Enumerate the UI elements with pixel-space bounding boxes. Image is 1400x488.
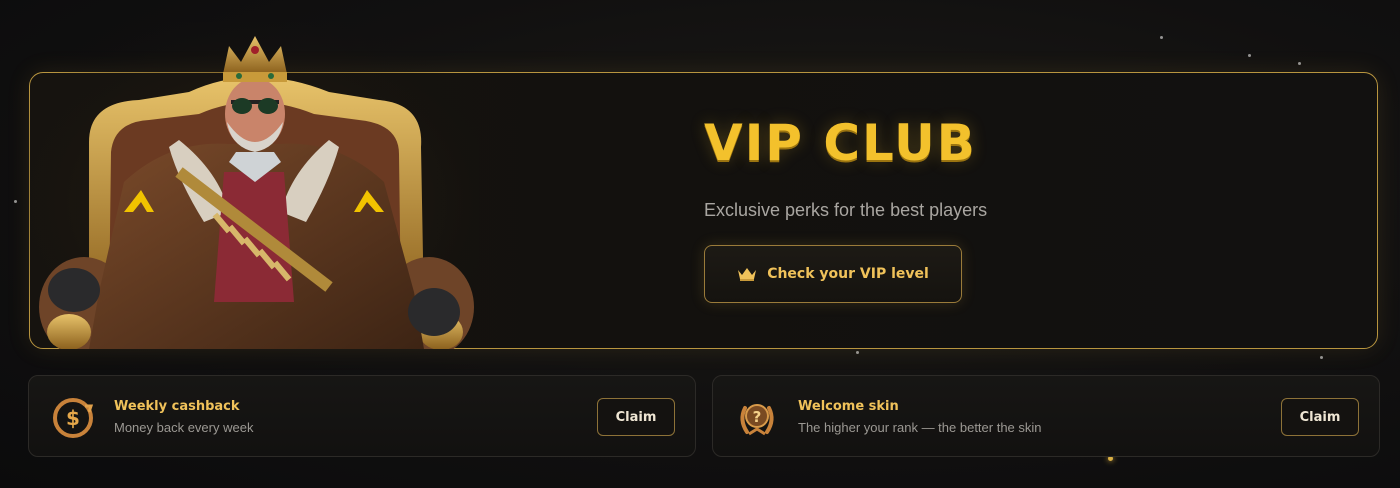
background-star [1298, 62, 1301, 65]
svg-text:$: $ [66, 406, 80, 430]
svg-text:?: ? [753, 408, 762, 426]
background-star [1320, 356, 1323, 359]
background-star [14, 200, 17, 203]
hero-image [29, 22, 479, 349]
crown-icon [738, 268, 757, 281]
king-throne-illustration [29, 22, 479, 349]
claim-skin-button[interactable]: Claim [1281, 398, 1359, 436]
banner-subtitle: Exclusive perks for the best players [704, 200, 988, 220]
check-vip-level-button[interactable]: Check your VIP level [704, 245, 962, 303]
mystery-laurel-icon: ? [740, 404, 774, 436]
perk-description: Money back every week [114, 420, 254, 435]
claim-cashback-button[interactable]: Claim [597, 398, 675, 436]
perk-card-welcome-skin: ? Welcome skin The higher your rank — th… [712, 375, 1380, 457]
background-star [856, 351, 859, 354]
perk-title: Weekly cashback [114, 399, 240, 414]
check-vip-level-label: Check your VIP level [767, 266, 929, 282]
cashback-dollar-icon: $ [53, 398, 94, 438]
perk-description: The higher your rank — the better the sk… [798, 420, 1042, 435]
background-star [1160, 36, 1163, 39]
background-star [1248, 54, 1251, 57]
perk-card-weekly-cashback: $ Weekly cashback Money back every week … [28, 375, 696, 457]
perk-title: Welcome skin [798, 399, 899, 414]
banner-title: VIP CLUB [704, 114, 977, 172]
